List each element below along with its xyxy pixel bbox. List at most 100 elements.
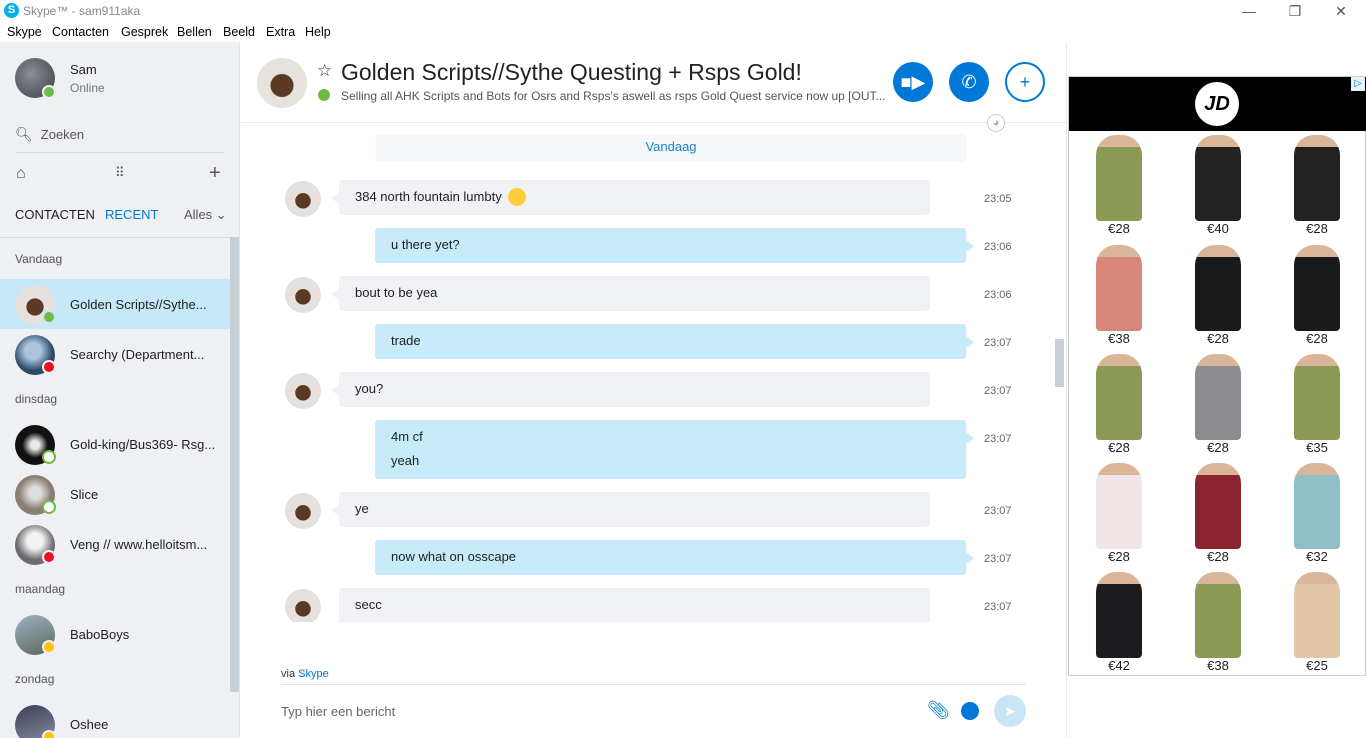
product-price: €28: [1084, 221, 1154, 236]
globe-icon[interactable]: ◕: [987, 114, 1005, 132]
contact-item[interactable]: Slice: [0, 469, 230, 519]
product-image: [1195, 572, 1241, 658]
tab-recent[interactable]: RECENT: [105, 207, 158, 222]
message-avatar[interactable]: [285, 277, 321, 313]
search-box[interactable]: 🔍︎ Zoeken: [15, 126, 84, 143]
ad-product[interactable]: €28: [1084, 133, 1154, 241]
message-bubble-incoming[interactable]: ye: [331, 492, 930, 527]
minimize-button[interactable]: —: [1239, 2, 1259, 20]
ad-product[interactable]: €28: [1183, 243, 1253, 351]
favorite-star-icon[interactable]: ☆: [317, 61, 332, 81]
header-divider: [241, 122, 1066, 123]
via-skype-link[interactable]: Skype: [298, 668, 329, 680]
product-image: [1294, 354, 1340, 440]
message-input[interactable]: Typ hier een bericht: [281, 704, 395, 719]
ad-product[interactable]: €28: [1183, 461, 1253, 569]
video-call-button[interactable]: ■▶: [893, 62, 933, 102]
menu-beeld[interactable]: Beeld: [223, 25, 255, 39]
chat-scrollbar[interactable]: [1055, 339, 1064, 387]
ad-product[interactable]: €32: [1282, 461, 1352, 569]
contact-name: Slice: [70, 487, 99, 502]
profile-status[interactable]: Online: [70, 81, 105, 95]
product-price: €35: [1282, 440, 1352, 455]
message-bubble-outgoing[interactable]: trade: [375, 324, 974, 359]
status-online-icon: [42, 310, 56, 324]
message-time: 23:07: [984, 601, 1012, 613]
filter-dropdown[interactable]: Alles ⌄: [184, 207, 227, 223]
product-price: €28: [1084, 549, 1154, 564]
contact-name: Gold-king/Bus369- Rsg...: [70, 437, 216, 452]
attach-file-icon[interactable]: 📎︎: [927, 700, 950, 721]
group-label-dinsdag: dinsdag: [15, 392, 58, 406]
product-price: €28: [1282, 331, 1352, 346]
menu-help[interactable]: Help: [305, 25, 331, 39]
add-icon[interactable]: +: [209, 162, 221, 185]
home-icon[interactable]: ⌂: [16, 165, 26, 183]
message-bubble-outgoing[interactable]: u there yet?: [375, 228, 974, 263]
message-avatar[interactable]: [285, 373, 321, 409]
message-bubble-incoming[interactable]: you?: [331, 372, 930, 407]
product-price: €38: [1183, 658, 1253, 673]
ad-product[interactable]: €28: [1282, 133, 1352, 241]
via-label: via Skype: [281, 668, 329, 680]
product-price: €28: [1183, 440, 1253, 455]
menu-bellen[interactable]: Bellen: [177, 25, 212, 39]
chat-avatar[interactable]: [257, 58, 307, 108]
message-text: 384 north fountain lumbty: [355, 189, 502, 204]
menu-gesprek[interactable]: Gesprek: [121, 25, 168, 39]
add-person-icon: +: [1019, 72, 1031, 92]
voice-call-button[interactable]: ✆: [949, 62, 989, 102]
ad-product[interactable]: €28: [1084, 461, 1154, 569]
product-image: [1195, 135, 1241, 221]
message-avatar[interactable]: [285, 181, 321, 217]
message-avatar[interactable]: [285, 493, 321, 529]
adchoices-icon[interactable]: ▷: [1351, 77, 1365, 91]
chat-title[interactable]: Golden Scripts//Sythe Questing + Rsps Go…: [341, 59, 802, 86]
message-time: 23:06: [984, 289, 1012, 301]
message-time: 23:07: [984, 385, 1012, 397]
emoticon-picker-icon[interactable]: [961, 702, 979, 720]
ad-product[interactable]: €28: [1084, 352, 1154, 460]
menu-skype[interactable]: Skype: [7, 25, 42, 39]
ad-product[interactable]: €42: [1084, 570, 1154, 678]
send-button[interactable]: ➤: [994, 695, 1026, 727]
message-avatar[interactable]: [285, 589, 321, 625]
message-bubble-incoming[interactable]: 384 north fountain lumbty: [331, 180, 930, 215]
date-separator: Vandaag: [376, 134, 966, 162]
tab-contacten[interactable]: CONTACTEN: [15, 207, 95, 222]
ad-product[interactable]: €38: [1084, 243, 1154, 351]
contact-item[interactable]: Searchy (Department...: [0, 329, 230, 379]
ad-product[interactable]: €38: [1183, 570, 1253, 678]
ad-product[interactable]: €40: [1183, 133, 1253, 241]
menu-extra[interactable]: Extra: [266, 25, 295, 39]
message-bubble-outgoing[interactable]: now what on osscape: [375, 540, 974, 575]
profile-name[interactable]: Sam: [70, 62, 97, 77]
contact-item[interactable]: Oshee: [0, 699, 230, 738]
menu-contacten[interactable]: Contacten: [52, 25, 109, 39]
product-price: €32: [1282, 549, 1352, 564]
via-prefix: via: [281, 668, 296, 680]
contact-item[interactable]: Veng // www.helloitsm...: [0, 519, 230, 569]
jd-logo: JD: [1195, 82, 1239, 126]
status-busy-icon: [42, 550, 56, 564]
jd-sports-ad[interactable]: JD ▷ €28 €40 €28 €38 €28 €28 €28 €28 €35 €28 €28 €3…: [1068, 76, 1366, 676]
ad-product[interactable]: €35: [1282, 352, 1352, 460]
contacts-scrollbar[interactable]: [230, 237, 239, 692]
product-image: [1096, 245, 1142, 331]
contact-item[interactable]: Gold-king/Bus369- Rsg...: [0, 419, 230, 469]
message-bubble-outgoing[interactable]: 4m cf yeah: [375, 420, 974, 479]
ad-product[interactable]: €28: [1183, 352, 1253, 460]
ad-product[interactable]: €25: [1282, 570, 1352, 678]
message-text: 4m cf: [391, 429, 423, 444]
ad-product[interactable]: €28: [1282, 243, 1352, 351]
message-text: bout to be yea: [355, 285, 438, 300]
contact-name: Golden Scripts//Sythe...: [70, 297, 207, 312]
contact-item[interactable]: BaboBoys: [0, 609, 230, 659]
restore-button[interactable]: ❐: [1285, 2, 1305, 20]
add-people-button[interactable]: +: [1005, 62, 1045, 102]
message-bubble-incoming[interactable]: bout to be yea: [331, 276, 930, 311]
message-list-edge: [241, 622, 1066, 636]
close-button[interactable]: ✕: [1331, 2, 1351, 20]
contact-item[interactable]: Golden Scripts//Sythe...: [0, 279, 230, 329]
dialpad-icon[interactable]: ⠿: [115, 165, 125, 181]
